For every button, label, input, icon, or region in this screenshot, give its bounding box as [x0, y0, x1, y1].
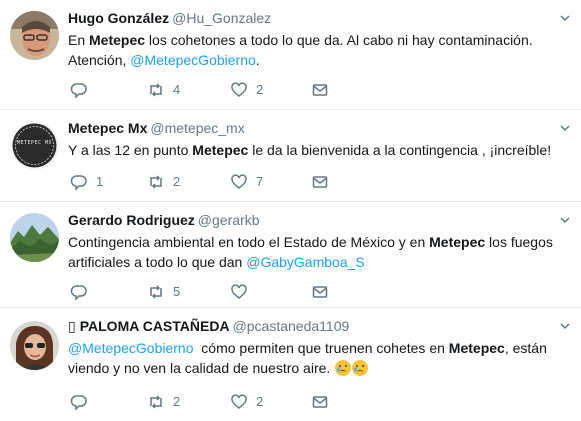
retweet-button[interactable]: 4: [147, 80, 180, 100]
mention-link[interactable]: @MetepecGobierno: [130, 52, 256, 68]
crying-face-icon: [352, 360, 369, 376]
reply-button[interactable]: [70, 392, 96, 412]
display-name[interactable]: Metepec Mx: [68, 120, 147, 136]
tweet-text: En Metepec los cohetones a todo lo que d…: [68, 32, 533, 68]
tweet-text: Contingencia ambiental en todo el Estado…: [68, 234, 553, 270]
like-count: 2: [256, 82, 264, 97]
direct-message-button[interactable]: [311, 282, 329, 302]
like-button[interactable]: [230, 282, 256, 302]
like-button[interactable]: 2: [230, 392, 263, 412]
user-handle[interactable]: @gerarkb: [198, 212, 260, 228]
retweet-icon: [150, 395, 162, 409]
user-handle[interactable]: @pcastaneda1109: [233, 318, 350, 334]
chevron-down-icon[interactable]: [559, 214, 571, 226]
retweet-icon: [150, 83, 162, 97]
retweet-count: 2: [173, 174, 181, 189]
heart-icon: [231, 394, 247, 409]
avatar-image: [10, 213, 59, 262]
reply-button[interactable]: [70, 80, 96, 100]
tweet-feed: Hugo González @Hu_Gonzalez En Metepec los…: [0, 0, 581, 421]
reply-icon: [70, 285, 87, 301]
reply-button[interactable]: 1: [70, 172, 103, 192]
tweet-header: ▯ PALOMA CASTAÑEDA @pcastaneda1109: [68, 317, 551, 335]
envelope-icon: [312, 84, 328, 96]
tweet-actions: 4 2: [68, 80, 338, 100]
tweet-4[interactable]: ▯ PALOMA CASTAÑEDA @pcastaneda1109 @Metepe…: [0, 308, 581, 421]
envelope-icon: [312, 396, 328, 408]
hashtag-keyword[interactable]: Metepec: [429, 234, 485, 250]
display-name[interactable]: Hugo González: [68, 10, 169, 26]
direct-message-button[interactable]: [311, 392, 329, 412]
heart-icon: [231, 82, 247, 97]
hashtag-keyword[interactable]: Metepec: [449, 340, 505, 356]
tweet-header: Hugo González @Hu_Gonzalez: [68, 9, 551, 27]
tweet-header: Metepec Mx @metepec_mx: [68, 119, 551, 137]
mention-link[interactable]: @GabyGamboa_S: [246, 254, 365, 270]
retweet-button[interactable]: 5: [147, 282, 180, 302]
mention-link[interactable]: @MetepecGobierno: [68, 340, 194, 356]
retweet-count: 2: [173, 394, 181, 409]
retweet-icon: [150, 175, 162, 189]
reply-count: 1: [96, 174, 104, 189]
tweet-text: Y a las 12 en punto Metepec le da la bie…: [68, 142, 552, 158]
tweet-actions: 5: [68, 282, 338, 302]
chevron-down-icon[interactable]: [559, 12, 571, 24]
chevron-down-icon[interactable]: [559, 320, 571, 332]
user-handle[interactable]: @Hu_Gonzalez: [172, 10, 271, 26]
tweet-text: @MetepecGobierno cómo permiten que truen…: [68, 340, 547, 376]
hashtag-keyword[interactable]: Metepec: [89, 32, 145, 48]
heart-icon: [231, 174, 247, 189]
avatar-image: [10, 11, 59, 60]
avatar-image: [10, 321, 59, 370]
avatar-logo-text: METEPEC MX: [16, 140, 53, 146]
reply-icon: [70, 83, 87, 99]
retweet-count: 4: [173, 82, 181, 97]
heart-icon: [231, 284, 247, 299]
tweet-header: Gerardo Rodriguez @gerarkb: [68, 211, 551, 229]
tweet-1[interactable]: Hugo González @Hu_Gonzalez En Metepec los…: [0, 0, 581, 110]
display-name[interactable]: Gerardo Rodriguez: [68, 212, 195, 228]
like-button[interactable]: 2: [230, 80, 263, 100]
display-name[interactable]: PALOMA CASTAÑEDA: [80, 318, 230, 334]
name-prefix-icon: ▯: [68, 318, 76, 334]
like-button[interactable]: 7: [230, 172, 263, 192]
tweet-actions: 1 2 7: [68, 172, 338, 192]
like-count: 2: [256, 394, 264, 409]
chevron-down-icon[interactable]: [559, 122, 571, 134]
retweet-count: 5: [173, 284, 181, 299]
like-count: 7: [256, 174, 264, 189]
envelope-icon: [312, 176, 328, 188]
direct-message-button[interactable]: [311, 80, 329, 100]
envelope-icon: [312, 286, 328, 298]
avatar[interactable]: METEPEC MX: [10, 121, 59, 170]
retweet-button[interactable]: 2: [147, 172, 180, 192]
user-handle[interactable]: @metepec_mx: [150, 120, 244, 136]
reply-icon: [70, 395, 87, 411]
retweet-icon: [150, 285, 162, 299]
hashtag-keyword[interactable]: Metepec: [192, 142, 248, 158]
direct-message-button[interactable]: [311, 172, 329, 192]
avatar[interactable]: [10, 321, 59, 370]
tweet-2[interactable]: METEPEC MX Metepec Mx @metepec_mx Y a las…: [0, 110, 581, 202]
tweet-actions: 2 2: [68, 392, 338, 412]
retweet-button[interactable]: 2: [147, 392, 180, 412]
tweet-3[interactable]: Gerardo Rodriguez @gerarkb Contingencia a…: [0, 202, 581, 308]
avatar[interactable]: [10, 11, 59, 60]
crying-face-icon: [335, 360, 352, 376]
reply-button[interactable]: [70, 282, 96, 302]
avatar[interactable]: [10, 213, 59, 262]
reply-icon: [70, 175, 87, 191]
